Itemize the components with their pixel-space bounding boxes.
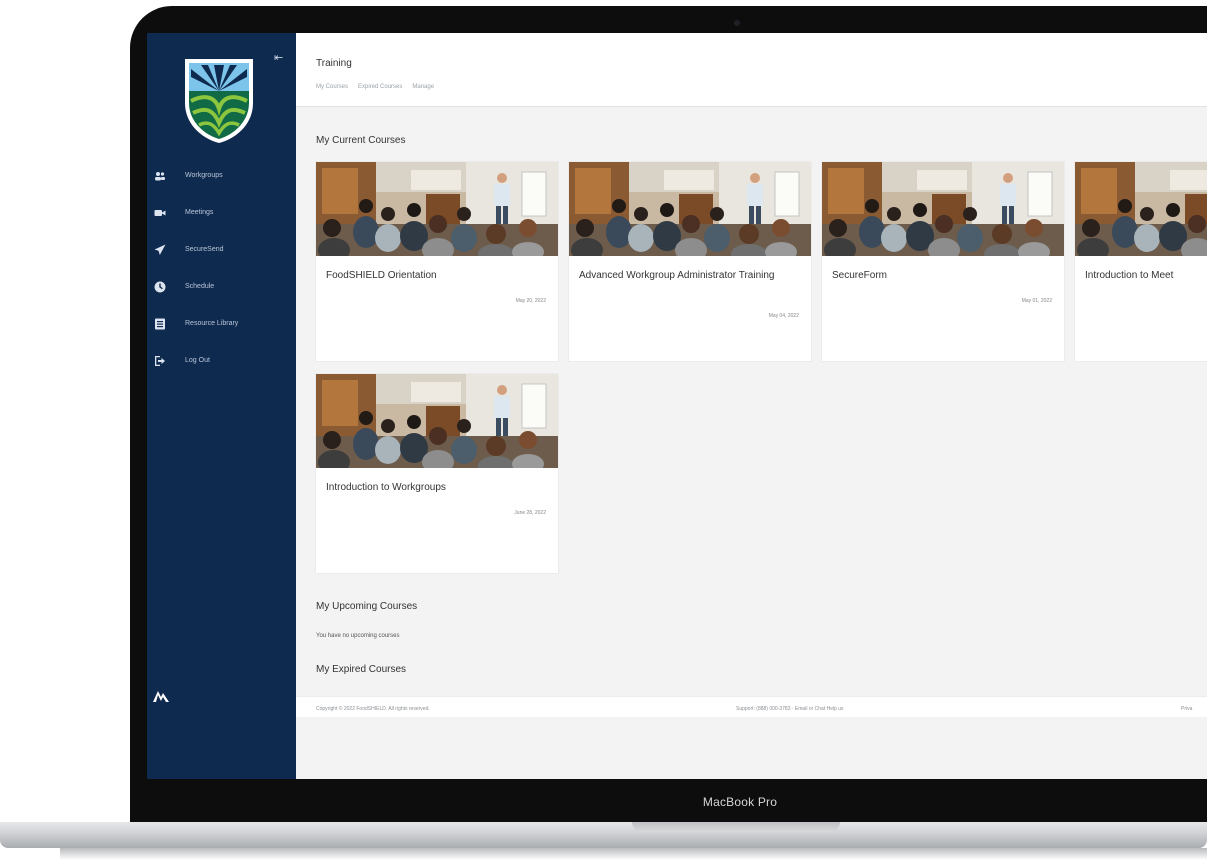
collapse-sidebar-icon[interactable]: ⇤ — [274, 51, 283, 64]
course-thumbnail — [316, 162, 558, 256]
course-title: Advanced Workgroup Administrator Trainin… — [579, 270, 775, 281]
course-date: May 01, 2022 — [1021, 298, 1052, 304]
laptop-base — [0, 822, 1207, 848]
sidebar-item-log-out[interactable]: Log Out — [147, 342, 296, 379]
course-card[interactable]: Introduction to Meet — [1075, 162, 1207, 361]
breadcrumb: My Courses Expired Courses Manage — [316, 84, 434, 90]
sidebar-item-meetings[interactable]: Meetings — [147, 194, 296, 231]
sidebar-item-label: Meetings — [185, 209, 214, 216]
laptop-notch — [632, 822, 840, 832]
sidebar-item-label: SecureSend — [185, 246, 224, 253]
library-icon — [153, 317, 167, 331]
sidebar-item-label: Workgroups — [185, 172, 223, 179]
upcoming-courses-heading: My Upcoming Courses — [316, 601, 418, 612]
copyright-text: Copyright © 2022 FoodSHIELD. All rights … — [316, 706, 430, 712]
course-title: Introduction to Meet — [1085, 270, 1174, 281]
sidebar-nav: Workgroups Meetings SecureSend Schedule … — [147, 157, 296, 379]
send-icon — [153, 243, 167, 257]
sidebar-item-label: Resource Library — [185, 320, 239, 327]
course-thumbnail — [316, 374, 558, 468]
privacy-link[interactable]: Priva — [1181, 706, 1192, 712]
course-title: Introduction to Workgroups — [326, 482, 446, 493]
page-title: Training — [316, 58, 352, 69]
breadcrumb-manage[interactable]: Manage — [412, 84, 434, 90]
sidebar-item-schedule[interactable]: Schedule — [147, 268, 296, 305]
breadcrumb-my-courses[interactable]: My Courses — [316, 84, 348, 90]
clock-icon — [153, 280, 167, 294]
current-courses-heading: My Current Courses — [316, 135, 406, 146]
course-thumbnail — [569, 162, 811, 256]
device-label: MacBook Pro — [702, 795, 778, 809]
course-title: FoodSHIELD Orientation — [326, 270, 437, 281]
foodshield-logo — [179, 53, 259, 145]
course-card[interactable]: FoodSHIELD Orientation May 20, 2022 — [316, 162, 558, 361]
expired-courses-heading: My Expired Courses — [316, 664, 407, 675]
course-date: June 28, 2022 — [514, 510, 546, 516]
sidebar-item-label: Schedule — [185, 283, 215, 290]
course-card[interactable]: Advanced Workgroup Administrator Trainin… — [569, 162, 811, 361]
course-thumbnail — [822, 162, 1064, 256]
sidebar-item-label: Log Out — [185, 357, 210, 364]
screen: ⇤ Workgroups Meetings SecureSend Schedul… — [147, 33, 1207, 779]
sidebar-item-workgroups[interactable]: Workgroups — [147, 157, 296, 194]
sidebar: ⇤ Workgroups Meetings SecureSend Schedul… — [147, 33, 296, 779]
video-icon — [153, 206, 167, 220]
course-title: SecureForm — [832, 270, 888, 281]
logout-icon — [153, 354, 167, 368]
page-header: Training My Courses Expired Courses Mana… — [296, 33, 1207, 107]
sidebar-item-securesend[interactable]: SecureSend — [147, 231, 296, 268]
upcoming-empty-message: You have no upcoming courses — [316, 633, 400, 639]
footer: Copyright © 2022 FoodSHIELD. All rights … — [296, 696, 1207, 717]
brand-mark-icon[interactable] — [153, 689, 169, 703]
course-date: May 20, 2022 — [515, 298, 546, 304]
course-thumbnail — [1075, 162, 1207, 256]
course-card[interactable]: SecureForm May 01, 2022 — [822, 162, 1064, 361]
breadcrumb-expired-courses[interactable]: Expired Courses — [358, 84, 402, 90]
course-card[interactable]: Introduction to Workgroups June 28, 2022 — [316, 374, 558, 573]
laptop-shadow — [60, 848, 1207, 860]
sidebar-item-resource-library[interactable]: Resource Library — [147, 305, 296, 342]
support-text[interactable]: Support: (888) 000-3783 · Email or Chat … — [736, 706, 844, 712]
course-date: May 04, 2022 — [768, 313, 799, 319]
webcam — [734, 20, 740, 26]
group-icon — [153, 169, 167, 183]
